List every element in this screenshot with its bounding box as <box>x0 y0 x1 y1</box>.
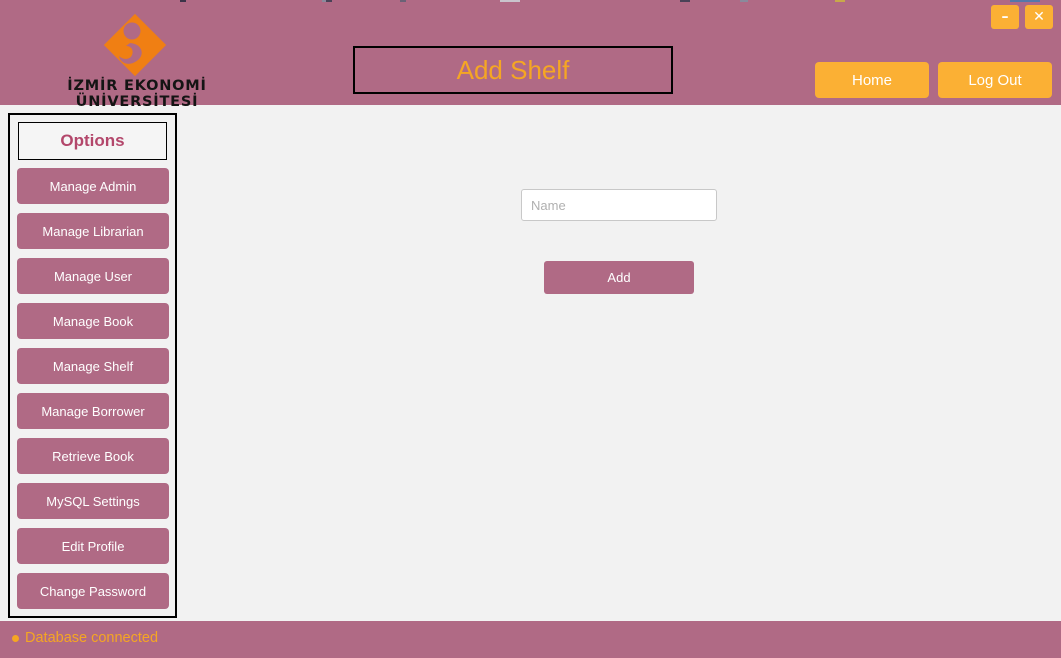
page-title-box: Add Shelf <box>353 46 673 94</box>
sidebar-item-manage-book[interactable]: Manage Book <box>17 303 169 339</box>
page-title: Add Shelf <box>456 54 570 85</box>
sidebar-item-manage-admin[interactable]: Manage Admin <box>17 168 169 204</box>
sidebar-item-manage-librarian[interactable]: Manage Librarian <box>17 213 169 249</box>
university-name: İZMİR EKONOMİ ÜNİVERSİTESİ <box>67 78 207 110</box>
close-button[interactable]: ✕ <box>1025 5 1053 29</box>
minimize-button[interactable]: – <box>991 5 1019 29</box>
shelf-name-input[interactable] <box>521 189 717 221</box>
connected-dot-icon <box>12 634 19 642</box>
sidebar-item-edit-profile[interactable]: Edit Profile <box>17 528 169 564</box>
app-header: İZMİR EKONOMİ ÜNİVERSİTESİ Add Shelf – ✕… <box>0 2 1061 110</box>
options-header-label: Options <box>60 131 125 150</box>
options-sidebar: Options Manage Admin Manage Librarian Ma… <box>8 113 177 618</box>
application-window: İZMİR EKONOMİ ÜNİVERSİTESİ Add Shelf – ✕… <box>0 0 1061 658</box>
sidebar-item-manage-borrower[interactable]: Manage Borrower <box>17 393 169 429</box>
sidebar-item-manage-shelf[interactable]: Manage Shelf <box>17 348 169 384</box>
sidebar-item-retrieve-book[interactable]: Retrieve Book <box>17 438 169 474</box>
izmir-ekonomi-diamond-logo-icon <box>104 14 166 76</box>
database-status-label: Database connected <box>25 630 159 646</box>
university-logo: İZMİR EKONOMİ ÜNİVERSİTESİ <box>12 6 262 110</box>
logout-button[interactable]: Log Out <box>938 62 1052 98</box>
status-bar: Database connected White <box>0 621 1061 658</box>
sidebar-item-mysql-settings[interactable]: MySQL Settings <box>17 483 169 519</box>
sidebar-item-change-password[interactable]: Change Password <box>17 573 169 609</box>
database-status: Database connected <box>12 630 158 646</box>
add-shelf-button[interactable]: Add <box>544 261 694 294</box>
sidebar-item-manage-user[interactable]: Manage User <box>17 258 169 294</box>
home-button[interactable]: Home <box>815 62 929 98</box>
options-header: Options <box>18 122 167 160</box>
